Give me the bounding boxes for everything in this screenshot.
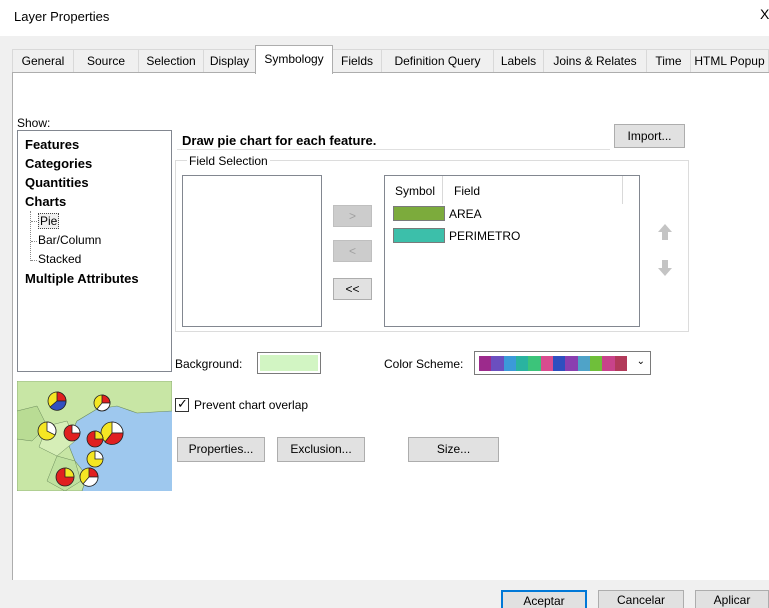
background-label: Background:: [175, 357, 243, 371]
field-column-header[interactable]: Field: [454, 184, 480, 198]
selected-fields-table[interactable]: Symbol Field AREA PERIMETRO: [384, 175, 640, 327]
tree-connector: [31, 221, 37, 222]
remove-field-button[interactable]: <: [333, 240, 372, 262]
prevent-overlap-label: Prevent chart overlap: [194, 398, 309, 412]
available-fields-list[interactable]: [182, 175, 322, 327]
tab-symbology[interactable]: Symbology: [255, 45, 333, 74]
exclusion-button[interactable]: Exclusion...: [277, 437, 365, 462]
show-item-charts[interactable]: Charts: [25, 194, 66, 209]
description-text: Draw pie chart for each feature.: [182, 133, 377, 148]
chevron-down-icon: ⌄: [636, 356, 645, 367]
tree-connector: [31, 241, 37, 242]
color-scheme-dropdown[interactable]: ⌄: [474, 351, 651, 375]
background-color-swatch: [260, 355, 318, 371]
color-ramp-cell: [565, 356, 578, 371]
tab-strip: General Source Selection Display Symbolo…: [12, 45, 769, 74]
symbol-column-header[interactable]: Symbol: [395, 184, 435, 198]
show-item-features[interactable]: Features: [25, 137, 79, 152]
column-divider: [622, 176, 623, 204]
color-ramp-cell: [540, 356, 553, 371]
tab-time[interactable]: Time: [646, 49, 691, 73]
show-list[interactable]: Features Categories Quantities Charts Pi…: [17, 130, 172, 372]
preview-map-image: [17, 381, 172, 491]
move-up-icon[interactable]: [655, 222, 675, 242]
background-color-picker[interactable]: [257, 352, 321, 374]
prevent-overlap-checkbox[interactable]: ✓: [175, 396, 189, 412]
ok-button[interactable]: Aceptar: [501, 590, 587, 608]
column-divider: [442, 176, 443, 204]
show-item-bar-column[interactable]: Bar/Column: [38, 233, 101, 247]
tab-joins-relates[interactable]: Joins & Relates: [543, 49, 647, 73]
check-icon: ✓: [177, 396, 188, 411]
color-ramp-cell: [614, 356, 627, 371]
properties-button[interactable]: Properties...: [177, 437, 265, 462]
area-symbol-swatch[interactable]: [393, 206, 445, 221]
tab-display[interactable]: Display: [203, 49, 256, 73]
tab-source[interactable]: Source: [73, 49, 139, 73]
remove-all-fields-button[interactable]: <<: [333, 278, 372, 300]
show-item-stacked[interactable]: Stacked: [38, 252, 81, 266]
color-scheme-label: Color Scheme:: [384, 357, 464, 371]
show-item-categories[interactable]: Categories: [25, 156, 92, 171]
preview-map: [17, 381, 172, 491]
title-bar: Layer Properties X: [0, 0, 769, 36]
color-ramp-cell: [602, 356, 615, 371]
tab-fields[interactable]: Fields: [332, 49, 382, 73]
show-item-quantities[interactable]: Quantities: [25, 175, 89, 190]
tree-connector: [30, 211, 31, 261]
show-label: Show:: [17, 116, 51, 130]
tab-definition-query[interactable]: Definition Query: [381, 49, 494, 73]
tab-labels[interactable]: Labels: [493, 49, 544, 73]
perimetro-field-label[interactable]: PERIMETRO: [449, 229, 520, 243]
color-ramp: [479, 356, 627, 371]
show-item-multiple-attributes[interactable]: Multiple Attributes: [25, 271, 139, 286]
size-button[interactable]: Size...: [408, 437, 499, 462]
tab-selection[interactable]: Selection: [138, 49, 204, 73]
color-ramp-cell: [577, 356, 590, 371]
color-ramp-cell: [552, 356, 566, 371]
import-button[interactable]: Import...: [614, 124, 685, 148]
close-icon[interactable]: X: [760, 6, 769, 22]
field-selection-label: Field Selection: [187, 154, 270, 168]
apply-button[interactable]: Aplicar: [695, 590, 769, 608]
perimetro-symbol-swatch[interactable]: [393, 228, 445, 243]
color-ramp-cell: [515, 356, 529, 371]
color-ramp-cell: [589, 356, 603, 371]
color-ramp-cell: [491, 356, 504, 371]
color-ramp-cell: [479, 356, 492, 371]
color-ramp-cell: [528, 356, 541, 371]
color-ramp-cell: [503, 356, 516, 371]
add-field-button[interactable]: >: [333, 205, 372, 227]
show-item-pie[interactable]: Pie: [38, 213, 60, 229]
tree-connector: [31, 260, 37, 261]
cancel-button[interactable]: Cancelar: [598, 590, 684, 608]
move-down-icon[interactable]: [655, 258, 675, 278]
tab-html-popup[interactable]: HTML Popup: [690, 49, 769, 73]
tab-general[interactable]: General: [12, 49, 74, 73]
area-field-label[interactable]: AREA: [449, 207, 482, 221]
window-title: Layer Properties: [14, 9, 110, 24]
chart-description: Draw pie chart for each feature.: [177, 122, 610, 150]
